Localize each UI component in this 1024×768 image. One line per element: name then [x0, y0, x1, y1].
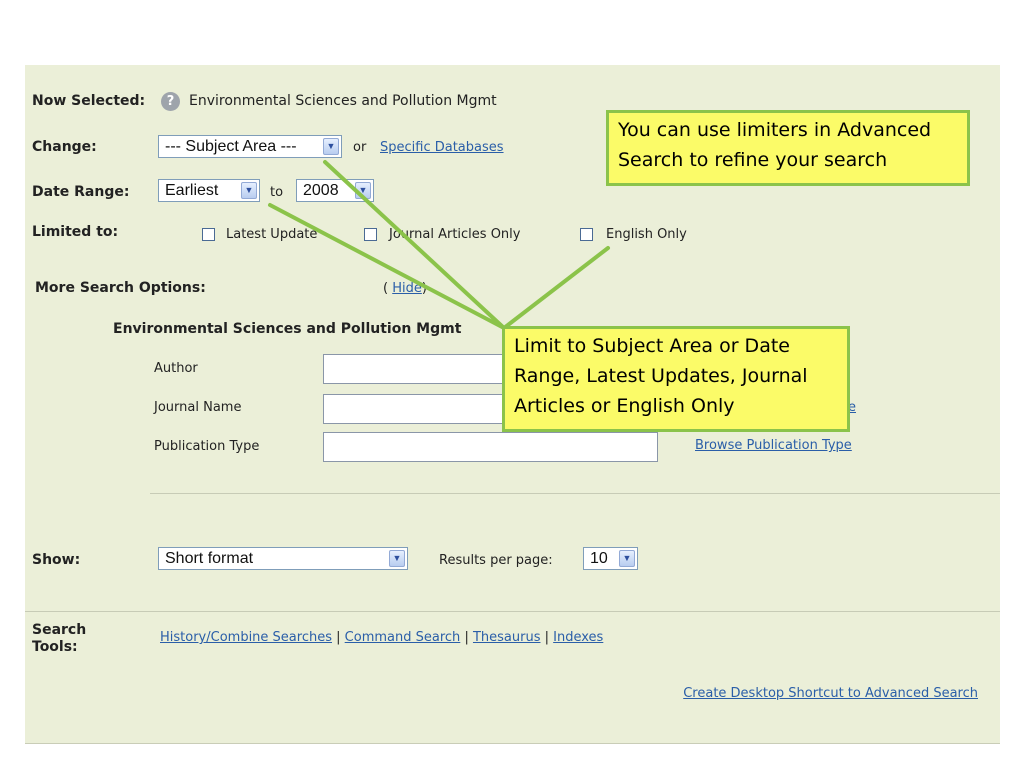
callout-limit-to-line2: Range, Latest Updates, Journal	[514, 365, 808, 387]
pointer-line-english-only	[502, 246, 610, 330]
callout-limiters-line1: You can use limiters in Advanced	[618, 119, 932, 141]
pointer-line-subject-area	[323, 160, 506, 330]
callout-limiters: You can use limiters in Advanced Search …	[606, 110, 970, 186]
callout-limit-to: Limit to Subject Area or Date Range, Lat…	[502, 326, 850, 432]
pointer-line-date-range	[268, 203, 506, 330]
callout-limiters-line2: Search to refine your search	[618, 149, 888, 171]
callout-limit-to-line1: Limit to Subject Area or Date	[514, 335, 790, 357]
callout-limit-to-line3: Articles or English Only	[514, 395, 735, 417]
